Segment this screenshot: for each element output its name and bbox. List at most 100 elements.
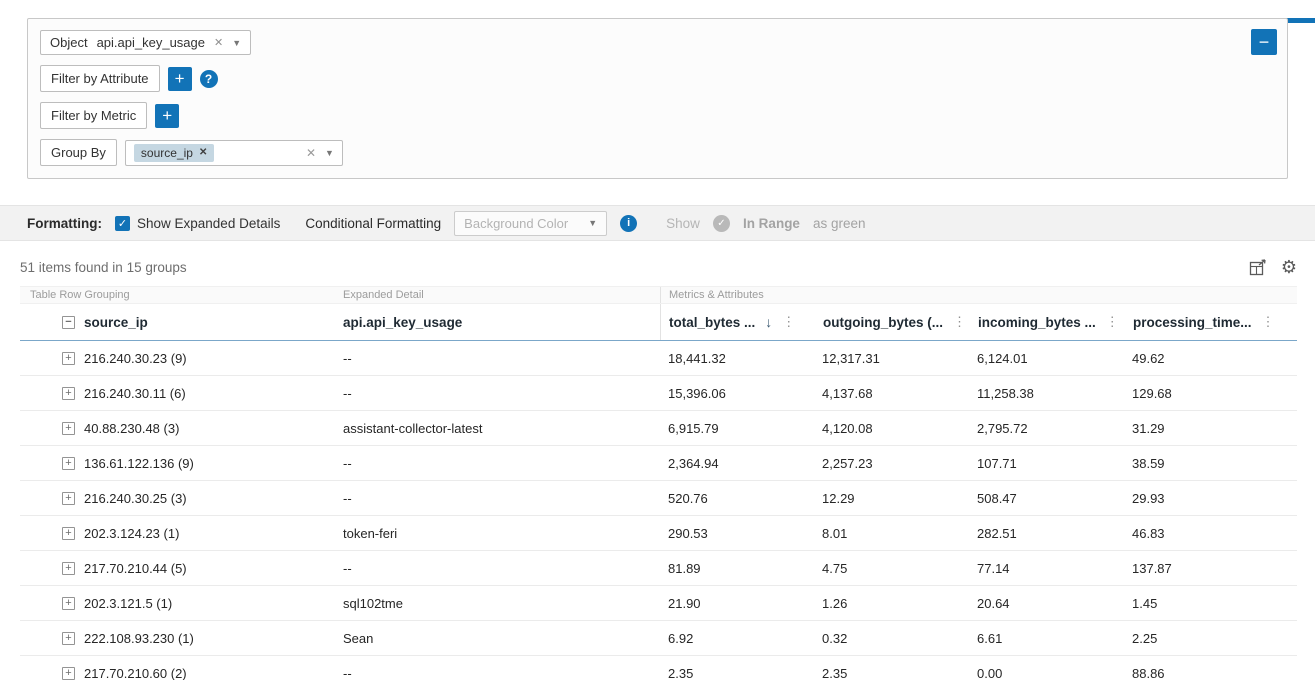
metric-column-header[interactable]: processing_time... ⋮ xyxy=(1125,314,1297,330)
metric-cell: 4,120.08 xyxy=(814,421,969,436)
metric-cell: 38.59 xyxy=(1124,456,1297,471)
column-menu-icon[interactable]: ⋮ xyxy=(953,314,966,330)
group-by-select[interactable]: source_ip ✕ ✕ ▼ xyxy=(125,140,343,166)
object-caret-icon[interactable]: ▼ xyxy=(232,38,241,48)
results-table: Table Row Grouping Expanded Detail Metri… xyxy=(20,286,1297,680)
group-column-header[interactable]: − source_ip xyxy=(20,315,343,330)
table-settings-gear-icon[interactable]: ⚙ xyxy=(1281,258,1297,276)
collapse-panel-button[interactable]: − xyxy=(1251,29,1277,55)
clear-group-by-icon[interactable]: ✕ xyxy=(306,146,316,160)
results-status-row: 51 items found in 15 groups ⚙ xyxy=(20,258,1297,276)
background-color-caret-icon: ▼ xyxy=(588,218,597,228)
object-value: api.api_key_usage xyxy=(97,35,205,50)
expand-row-icon[interactable]: + xyxy=(62,352,75,365)
group-by-row: Group By source_ip ✕ ✕ ▼ xyxy=(40,139,1275,166)
metric-cell: 137.87 xyxy=(1124,561,1297,576)
expand-row-icon[interactable]: + xyxy=(62,527,75,540)
object-remove-icon[interactable]: ✕ xyxy=(214,36,223,49)
collapse-all-rows-icon[interactable]: − xyxy=(62,316,75,329)
row-metric-cells: 6,915.794,120.082,795.7231.29 xyxy=(660,411,1297,445)
row-detail-cell: sql102tme xyxy=(343,596,660,611)
metric-cell: 11,258.38 xyxy=(969,386,1124,401)
formatting-label: Formatting: xyxy=(27,216,102,231)
filter-attribute-row: Filter by Attribute + ? xyxy=(40,65,1275,92)
group-by-button[interactable]: Group By xyxy=(40,139,117,166)
row-group-label: 216.240.30.25 (3) xyxy=(84,491,187,506)
metric-cell: 2.25 xyxy=(1124,631,1297,646)
row-metric-cells: 6.920.326.612.25 xyxy=(660,621,1297,655)
table-section-header-row: Table Row Grouping Expanded Detail Metri… xyxy=(20,286,1297,304)
row-metric-cells: 2,364.942,257.23107.7138.59 xyxy=(660,446,1297,480)
table-body: +216.240.30.23 (9)--18,441.3212,317.316,… xyxy=(20,341,1297,680)
column-menu-icon[interactable]: ⋮ xyxy=(1262,314,1275,330)
row-metric-cells: 15,396.064,137.6811,258.38129.68 xyxy=(660,376,1297,410)
expand-row-icon[interactable]: + xyxy=(62,597,75,610)
row-metric-cells: 520.7612.29508.4729.93 xyxy=(660,481,1297,515)
detail-column-header[interactable]: api.api_key_usage xyxy=(343,315,660,330)
sort-descending-icon[interactable]: ↓ xyxy=(765,314,772,330)
checkbox-checked-icon[interactable]: ✓ xyxy=(115,216,130,231)
expand-row-icon[interactable]: + xyxy=(62,422,75,435)
table-row: +202.3.124.23 (1)token-feri290.538.01282… xyxy=(20,516,1297,551)
column-menu-icon[interactable]: ⋮ xyxy=(782,314,795,330)
section-header-expanded-detail: Expanded Detail xyxy=(343,289,660,301)
metric-cell: 508.47 xyxy=(969,491,1124,506)
row-group-label: 136.61.122.136 (9) xyxy=(84,456,194,471)
table-row: +202.3.121.5 (1)sql102tme21.901.2620.641… xyxy=(20,586,1297,621)
metric-cell: 8.01 xyxy=(814,526,969,541)
add-metric-filter-button[interactable]: + xyxy=(155,104,179,128)
row-group-label: 216.240.30.23 (9) xyxy=(84,351,187,366)
metric-cell: 6,915.79 xyxy=(660,421,814,436)
metric-cell: 4.75 xyxy=(814,561,969,576)
metric-cell: 4,137.68 xyxy=(814,386,969,401)
metric-column-header[interactable]: incoming_bytes ... ⋮ xyxy=(970,314,1125,330)
row-detail-cell: -- xyxy=(343,666,660,680)
conditional-formatting-label: Conditional Formatting xyxy=(305,216,441,231)
info-icon[interactable]: i xyxy=(620,215,637,232)
add-attribute-filter-button[interactable]: + xyxy=(168,67,192,91)
expand-row-icon[interactable]: + xyxy=(62,492,75,505)
group-by-chip[interactable]: source_ip ✕ xyxy=(134,144,214,162)
show-expanded-details-label: Show Expanded Details xyxy=(137,216,280,231)
metric-column-header[interactable]: total_bytes ... ↓ ⋮ xyxy=(661,314,815,330)
background-color-dropdown[interactable]: Background Color ▼ xyxy=(454,211,607,236)
column-menu-icon[interactable]: ⋮ xyxy=(1106,314,1119,330)
row-group-cell: +217.70.210.60 (2) xyxy=(20,666,343,680)
row-group-label: 217.70.210.44 (5) xyxy=(84,561,187,576)
metric-cell: 107.71 xyxy=(969,456,1124,471)
filter-by-metric-button[interactable]: Filter by Metric xyxy=(40,102,147,129)
filter-by-attribute-button[interactable]: Filter by Attribute xyxy=(40,65,160,92)
formatting-bar: Formatting: ✓ Show Expanded Details Cond… xyxy=(0,205,1315,241)
expand-row-icon[interactable]: + xyxy=(62,387,75,400)
expand-row-icon[interactable]: + xyxy=(62,457,75,470)
section-header-grouping: Table Row Grouping xyxy=(20,289,343,301)
expand-row-icon[interactable]: + xyxy=(62,632,75,645)
help-icon[interactable]: ? xyxy=(200,70,218,88)
metric-cell: 88.86 xyxy=(1124,666,1297,680)
table-row: +136.61.122.136 (9)--2,364.942,257.23107… xyxy=(20,446,1297,481)
table-actions: ⚙ xyxy=(1249,258,1297,276)
show-expanded-details-toggle[interactable]: ✓ Show Expanded Details xyxy=(115,216,280,231)
export-csv-icon[interactable] xyxy=(1249,259,1267,276)
metric-column-header[interactable]: outgoing_bytes (... ⋮ xyxy=(815,314,970,330)
expand-row-icon[interactable]: + xyxy=(62,667,75,680)
table-row: +217.70.210.44 (5)--81.894.7577.14137.87 xyxy=(20,551,1297,586)
row-metric-cells: 290.538.01282.5146.83 xyxy=(660,516,1297,550)
expand-row-icon[interactable]: + xyxy=(62,562,75,575)
row-group-label: 217.70.210.60 (2) xyxy=(84,666,187,680)
background-color-placeholder: Background Color xyxy=(464,216,568,231)
metric-column-headers: total_bytes ... ↓ ⋮ outgoing_bytes (... … xyxy=(660,304,1297,340)
filter-metric-row: Filter by Metric + xyxy=(40,102,1275,129)
row-group-cell: +40.88.230.48 (3) xyxy=(20,421,343,436)
row-detail-cell: assistant-collector-latest xyxy=(343,421,660,436)
chip-remove-icon[interactable]: ✕ xyxy=(199,147,207,158)
row-group-label: 202.3.121.5 (1) xyxy=(84,596,172,611)
row-group-cell: +202.3.121.5 (1) xyxy=(20,596,343,611)
row-group-label: 222.108.93.230 (1) xyxy=(84,631,194,646)
metric-cell: 0.32 xyxy=(814,631,969,646)
object-selector[interactable]: Object api.api_key_usage ✕ ▼ xyxy=(40,30,251,55)
row-metric-cells: 21.901.2620.641.45 xyxy=(660,586,1297,620)
group-by-caret-icon[interactable]: ▼ xyxy=(325,148,334,158)
table-row: +216.240.30.11 (6)--15,396.064,137.6811,… xyxy=(20,376,1297,411)
table-row: +40.88.230.48 (3)assistant-collector-lat… xyxy=(20,411,1297,446)
